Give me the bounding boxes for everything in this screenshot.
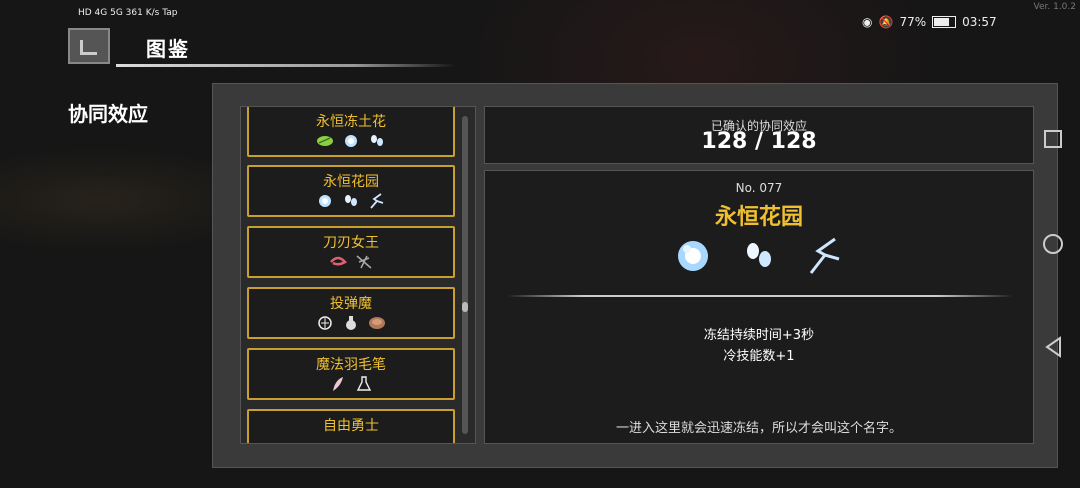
synergy-name: 永恒花园 (714, 205, 803, 230)
count-value: 128 / 128 (701, 129, 817, 154)
synergy-count-box: 已确认的协同效应 128 / 128 (484, 106, 1034, 164)
home-button[interactable] (1043, 234, 1063, 254)
frost-petals-icon (345, 195, 357, 206)
list-item[interactable]: 永恒冻土花 (247, 107, 455, 157)
page-title: 图鉴 (146, 37, 190, 61)
feather-icon (333, 377, 343, 391)
list-item-name: 永恒冻土花 (316, 114, 386, 130)
version-label: Ver. 1.0.2 (1033, 2, 1077, 12)
list-item[interactable]: 永恒花园 (247, 165, 455, 217)
clock: 03:57 (962, 15, 997, 29)
flask-icon (346, 316, 356, 330)
list-item[interactable]: 自由勇士 (247, 409, 455, 443)
lightning-branch-icon (370, 193, 384, 209)
bread-icon (369, 317, 385, 329)
title-underline (116, 64, 456, 67)
list-scrollbar[interactable] (462, 116, 468, 434)
synergy-list[interactable]: 永恒冻土花 永恒花园 刀刃女王 投弹魔 魔法羽毛笔 自由勇士 (240, 106, 476, 444)
list-item[interactable]: 投弹魔 (247, 287, 455, 339)
effect-line: 冻结持续时间+3秒 (703, 328, 815, 343)
claw-icon (356, 255, 372, 269)
frost-petals-icon (371, 135, 383, 146)
list-item[interactable]: 魔法羽毛笔 (247, 348, 455, 400)
synergy-detail: No. 077 永恒花园 冻结持续时间+3秒 冷技能数+1 一进入这里就会迅速冻… (484, 170, 1034, 444)
frost-petals-icon (747, 243, 771, 267)
list-item-name: 自由勇士 (323, 418, 379, 434)
eye-icon: ◉ (862, 15, 873, 29)
bomb-emblem-icon (318, 316, 332, 330)
battery-percent: 77% (899, 15, 927, 29)
effect-line: 冷技能数+1 (723, 349, 795, 364)
ice-flower-icon (319, 195, 331, 207)
ice-flower-icon (345, 135, 357, 147)
list-item-name: 魔法羽毛笔 (316, 357, 386, 373)
list-item-name: 永恒花园 (323, 174, 379, 190)
status-bar-right: ◉ 🔕 77% 03:57 (862, 15, 997, 29)
status-bar-left: HD 4G 5G 361 K/s Tap (78, 8, 177, 18)
recent-apps-button[interactable] (1044, 130, 1062, 148)
list-item-name: 投弹魔 (330, 296, 372, 312)
scroll-thumb[interactable] (462, 302, 468, 312)
list-item[interactable]: 刀刃女王 (247, 226, 455, 278)
flavor-text: 一进入这里就会迅速冻结，所以才会叫这个名字。 (615, 421, 902, 436)
back-button[interactable] (68, 28, 110, 64)
shrimp-icon (330, 256, 347, 266)
status-text: HD 4G 5G 361 K/s Tap (78, 8, 178, 18)
divider (507, 295, 1013, 297)
synergy-number: No. 077 (735, 181, 783, 195)
leaf-icon (317, 136, 333, 146)
list-item-name: 刀刃女王 (323, 235, 379, 251)
battery-icon (932, 16, 957, 28)
section-label: 协同效应 (68, 102, 148, 126)
ice-flower-icon (678, 241, 708, 271)
mute-bell-icon: 🔕 (878, 15, 894, 29)
back-nav-icon[interactable] (1044, 336, 1064, 358)
lightning-branch-icon (809, 237, 840, 274)
potion-icon (356, 376, 372, 391)
